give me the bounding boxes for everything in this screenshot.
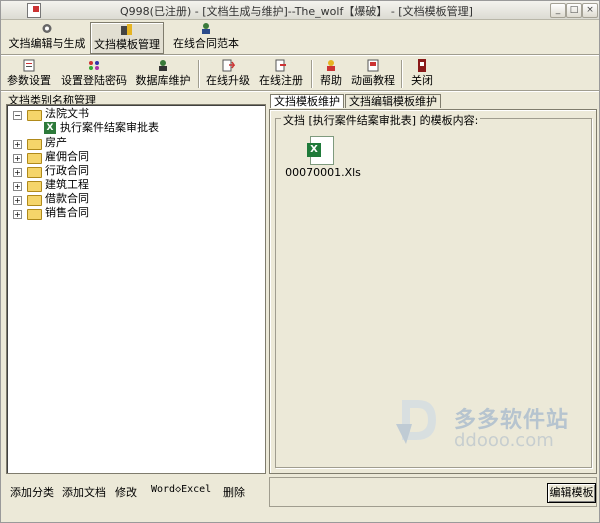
tab-label: 文挡模板管理 (94, 38, 160, 51)
tree-node-construction[interactable]: 建筑工程 (45, 178, 89, 192)
expand-toggle[interactable]: + (13, 182, 22, 191)
database-icon (159, 60, 167, 71)
help-button[interactable]: 帮助 (317, 59, 345, 89)
tab-template-maintenance[interactable]: 文挡模板维护 (270, 94, 344, 108)
watermark: 多多软件站 ddooo.com (394, 394, 584, 464)
tree-node-case-approval-form[interactable]: 执行案件结案审批表 (60, 121, 159, 135)
delete-button[interactable]: 删除 (223, 484, 245, 500)
database-maintenance-button[interactable]: 数据库维护 (134, 59, 192, 89)
tab-label: 文挡编辑与生成 (8, 37, 86, 50)
folder-icon (27, 139, 42, 150)
expand-toggle[interactable]: + (13, 210, 22, 219)
expand-toggle[interactable]: + (13, 154, 22, 163)
folder-icon (27, 167, 42, 178)
module-tabs: 文挡编辑与生成 文挡模板管理 在线合同范本 (1, 20, 599, 54)
gear-icon (42, 24, 52, 33)
toolbar-separator (198, 60, 200, 88)
tab-document-edit[interactable]: 文挡编辑与生成 (5, 22, 89, 52)
expand-toggle[interactable]: + (13, 140, 22, 149)
settings-icon (23, 59, 35, 72)
watermark-logo-icon (396, 400, 436, 444)
app-window: Q998(已注册) - [文档生成与维护]--The_wolf【爆破】 - [文… (0, 0, 600, 523)
add-category-button[interactable]: 添加分类 (10, 484, 54, 500)
help-icon (327, 60, 335, 71)
tutorial-button[interactable]: 动画教程 (350, 59, 396, 89)
toolbar-separator (401, 60, 403, 88)
divider (1, 54, 599, 56)
file-item[interactable]: X 00070001.Xls (285, 136, 361, 180)
edit-button[interactable]: 修改 (115, 484, 137, 500)
tree-node-administrative-contract[interactable]: 行政合同 (45, 164, 89, 178)
template-icon (121, 24, 132, 35)
close-button[interactable]: 关闭 (408, 59, 436, 89)
tree-node-court-documents[interactable]: 法院文书 (45, 107, 89, 121)
user-icon (202, 23, 210, 34)
excel-icon: X (44, 122, 56, 134)
toolbar-label: 数据库维护 (135, 74, 191, 87)
register-icon (275, 59, 286, 72)
tree-node-loan-contract[interactable]: 借款合同 (45, 192, 89, 206)
online-register-button[interactable]: 在线注册 (258, 59, 304, 89)
tree-node-sales-contract[interactable]: 销售合同 (45, 206, 89, 220)
set-password-button[interactable]: 设置登陆密码 (60, 59, 128, 89)
folder-icon (27, 195, 42, 206)
category-actions: 添加分类 添加文档 修改 Word◇Excel 删除 (6, 477, 264, 505)
edit-template-button[interactable]: 编辑模板 (547, 483, 596, 503)
maximize-button[interactable]: □ (566, 3, 582, 18)
toolbar-label: 参数设置 (7, 74, 51, 87)
window-title: Q998(已注册) - [文档生成与维护]--The_wolf【爆破】 - [文… (120, 5, 473, 18)
tab-online-contracts[interactable]: 在线合同范本 (165, 22, 247, 52)
tutorial-icon (367, 59, 379, 72)
folder-icon (27, 181, 42, 192)
tree-node-real-estate[interactable]: 房产 (45, 136, 67, 150)
watermark-url: ddooo.com (454, 430, 554, 451)
tree-node-employment-contract[interactable]: 雇佣合同 (45, 150, 89, 164)
group-label: 文挡 [执行案件结案审批表] 的模板内容: (281, 112, 481, 128)
app-icon (27, 3, 41, 18)
add-document-button[interactable]: 添加文档 (62, 484, 106, 500)
file-name: 00070001.Xls (285, 166, 361, 179)
toolbar-label: 设置登陆密码 (61, 74, 127, 87)
folder-open-icon (27, 110, 42, 121)
expand-toggle[interactable]: + (13, 196, 22, 205)
password-icon (89, 61, 99, 70)
status-bar (1, 507, 599, 522)
title-bar[interactable]: Q998(已注册) - [文档生成与维护]--The_wolf【爆破】 - [文… (1, 1, 599, 20)
folder-icon (27, 153, 42, 164)
toolbar-label: 帮助 (320, 74, 342, 87)
tab-label: 在线合同范本 (173, 37, 239, 50)
online-upgrade-button[interactable]: 在线升级 (205, 59, 251, 89)
toolbar-label: 关闭 (411, 74, 433, 87)
tab-edit-template-maintenance[interactable]: 文挡编辑模板维护 (345, 94, 441, 108)
toolbar-label: 在线升级 (206, 74, 250, 87)
toolbar: 参数设置 设置登陆密码 数据库维护 在线升级 在线注册 帮助 动画教程 关闭 (1, 57, 599, 91)
tab-template-management[interactable]: 文挡模板管理 (90, 22, 164, 54)
expand-toggle[interactable]: + (13, 168, 22, 177)
collapse-toggle[interactable]: − (13, 111, 22, 120)
word-excel-toggle[interactable]: Word◇Excel (151, 484, 211, 495)
folder-icon (27, 209, 42, 220)
upgrade-icon (222, 59, 235, 72)
category-tree[interactable]: − 法院文书 X 执行案件结案审批表 + 房产 + 雇佣合同 + 行政合同 + … (6, 104, 266, 474)
close-icon (418, 59, 426, 72)
toolbar-label: 动画教程 (351, 74, 395, 87)
close-window-button[interactable]: × (582, 3, 598, 18)
minimize-button[interactable]: _ (550, 3, 566, 18)
toolbar-label: 在线注册 (259, 74, 303, 87)
toolbar-separator (311, 60, 313, 88)
excel-file-icon: X (307, 136, 334, 165)
settings-button[interactable]: 参数设置 (7, 59, 51, 89)
